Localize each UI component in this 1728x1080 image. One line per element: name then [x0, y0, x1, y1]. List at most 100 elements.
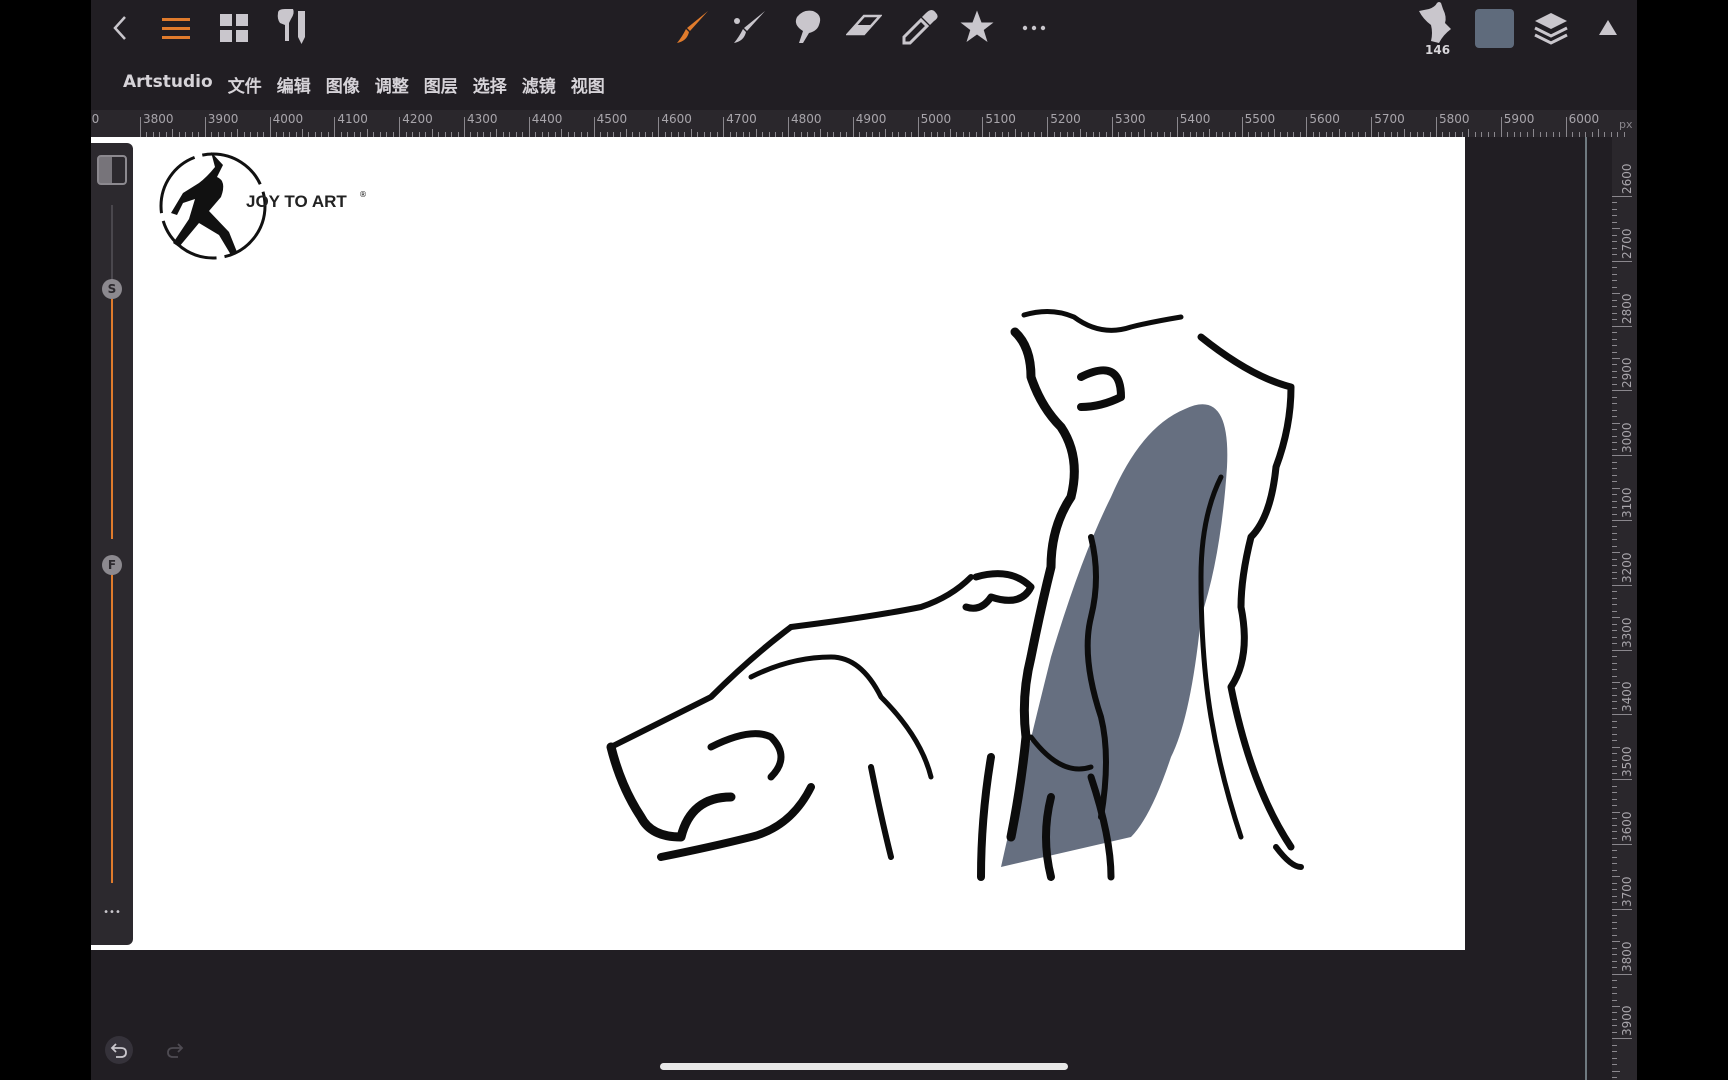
ruler-tick: [1612, 811, 1620, 813]
hand-pen-button[interactable]: [274, 8, 310, 46]
menu-item-8[interactable]: 视图: [571, 72, 605, 97]
ruler-label: 4700: [726, 112, 757, 126]
ruler-tick: [1500, 117, 1502, 137]
split-view-toggle[interactable]: [97, 155, 127, 185]
ruler-tick: [1612, 306, 1617, 308]
ruler-label: 5700: [1374, 112, 1405, 126]
ruler-tick: [1612, 571, 1617, 573]
menu-button[interactable]: [161, 12, 191, 44]
paintbrush-tool[interactable]: [673, 8, 711, 46]
favorites-button[interactable]: [958, 8, 996, 46]
ruler-tick: [1481, 132, 1483, 137]
ruler-tick: [1612, 999, 1617, 1001]
paintbrush-icon: [677, 11, 708, 43]
menu-item-5[interactable]: 图层: [424, 72, 458, 97]
ruler-tick: [1612, 481, 1617, 483]
ruler-tick: [431, 129, 433, 137]
horizontal-ruler[interactable]: 00 3800 3900 4000 4100 4200 4300 4400 4500 4600 47…: [91, 110, 1637, 137]
ruler-tick: [1612, 895, 1617, 897]
ruler-tick: [1559, 132, 1561, 137]
ruler-tick: [464, 117, 465, 137]
size-slider-knob[interactable]: S: [102, 279, 122, 299]
layers-button[interactable]: [1532, 10, 1570, 46]
ruler-tick: [690, 129, 692, 137]
menu-item-7[interactable]: 滤镜: [522, 72, 556, 97]
ruler-tick: [593, 117, 595, 137]
ruler-tick: [1546, 132, 1548, 137]
eyedropper-tool[interactable]: [901, 8, 939, 46]
ruler-tick: [1612, 1057, 1617, 1059]
ruler-tick: [1612, 474, 1617, 476]
svg-text:JOY TO ART: JOY TO ART: [246, 192, 347, 211]
ruler-tick: [1241, 117, 1243, 137]
grid-icon: [220, 14, 248, 42]
ruler-tick: [1014, 129, 1016, 137]
sidebar-more-button[interactable]: •••: [91, 907, 133, 918]
ruler-tick: [1612, 915, 1617, 917]
brush-tool[interactable]: [730, 8, 768, 46]
gallery-button[interactable]: [218, 12, 250, 44]
ruler-tick: [1612, 539, 1617, 541]
ruler-tick: [1513, 132, 1515, 137]
eraser-tool[interactable]: [845, 8, 883, 46]
ruler-tick: [1612, 267, 1617, 269]
ruler-tick: [950, 129, 951, 137]
smudge-icon: [795, 10, 821, 44]
collapse-toolbar-button[interactable]: [1594, 16, 1622, 40]
ruler-tick: [658, 117, 660, 137]
artwork: JOY TO ART ®: [159, 152, 1304, 881]
ruler-label: 5300: [1115, 112, 1146, 126]
ruler-tick: [1612, 889, 1617, 891]
brush-size-button[interactable]: [1417, 0, 1455, 44]
menu-item-6[interactable]: 选择: [473, 72, 507, 97]
vertical-ruler[interactable]: 2600 2700 2800 2900 3000 3100 3200 3300 3400 3500…: [1612, 137, 1637, 1080]
smudge-tool[interactable]: [788, 8, 826, 46]
ruler-tick: [1612, 1064, 1617, 1066]
color-swatch[interactable]: [1475, 9, 1514, 48]
ruler-tick: [1612, 707, 1617, 709]
ruler-tick: [1612, 422, 1620, 424]
ruler-tick: [1507, 132, 1509, 137]
menu-item-4[interactable]: 调整: [375, 72, 409, 97]
brush-sidebar: S F •••: [91, 143, 133, 945]
flow-slider-knob[interactable]: F: [102, 555, 122, 575]
ruler-tick: [1612, 688, 1617, 690]
size-slider-track[interactable]: [111, 205, 113, 287]
ruler-tick: [140, 117, 141, 137]
artstudio-app: 146 Artstudio 文件编辑图像调整图层选择滤镜视图 00 3800 3900…: [91, 0, 1637, 1080]
home-indicator[interactable]: [660, 1063, 1068, 1070]
ruler-label: 4900: [855, 112, 887, 126]
ruler-label: 2900: [1620, 357, 1634, 389]
ruler-label: 4200: [402, 112, 433, 126]
ruler-tick: [1612, 196, 1632, 197]
ruler-tick: [1612, 591, 1617, 593]
ruler-tick: [1612, 649, 1632, 651]
undo-button[interactable]: [105, 1036, 133, 1064]
drawing-canvas[interactable]: JOY TO ART ®: [91, 137, 1465, 950]
ruler-tick: [1612, 487, 1620, 489]
brush-shape-icon: [1419, 2, 1451, 43]
ruler-tick: [1612, 669, 1617, 671]
menu-item-3[interactable]: 图像: [326, 72, 360, 97]
ruler-tick: [1612, 850, 1617, 852]
ruler-tick: [1612, 656, 1617, 658]
ruler-tick: [1612, 1044, 1617, 1046]
menu-item-1[interactable]: 文件: [228, 72, 262, 97]
more-button[interactable]: [1015, 12, 1053, 44]
ruler-label: 3600: [1620, 811, 1634, 842]
menu-item-0[interactable]: Artstudio: [123, 72, 213, 97]
ruler-tick: [1612, 293, 1620, 295]
ruler-tick: [1612, 286, 1617, 288]
ruler-tick: [1612, 455, 1632, 457]
ruler-tick: [1494, 132, 1496, 137]
ruler-label: 4800: [791, 112, 822, 126]
ruler-tick: [172, 129, 174, 137]
redo-button[interactable]: [161, 1036, 189, 1064]
ruler-tick: [1612, 299, 1617, 301]
ruler-tick: [1612, 714, 1632, 716]
back-button[interactable]: [105, 12, 135, 44]
ruler-tick: [1612, 442, 1617, 444]
ruler-tick: [1612, 831, 1617, 833]
joy-to-art-logo: JOY TO ART ®: [159, 152, 367, 260]
menu-item-2[interactable]: 编辑: [277, 72, 311, 97]
